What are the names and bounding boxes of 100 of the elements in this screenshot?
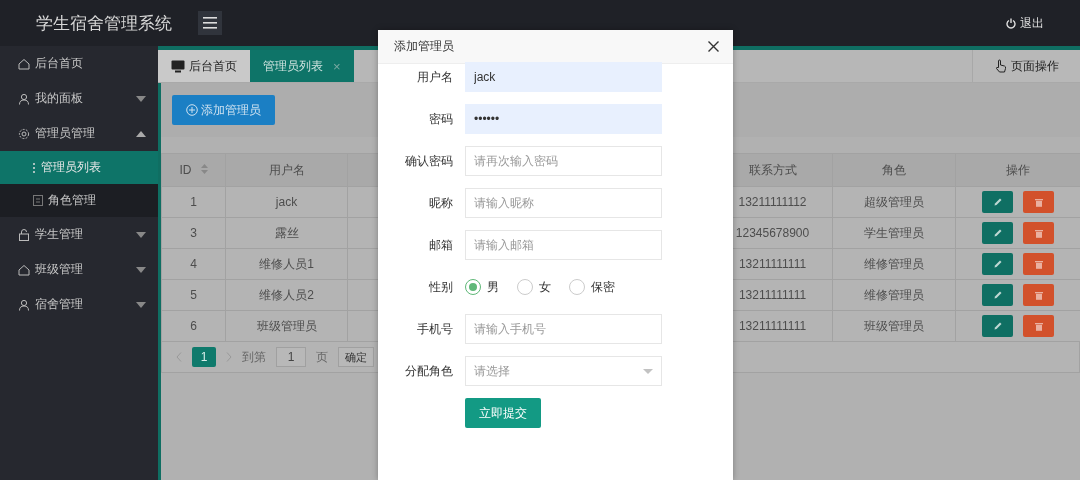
tab[interactable]: 后台首页: [158, 50, 250, 82]
input-field[interactable]: 请输入昵称: [465, 188, 662, 218]
table-cell: 维修管理员: [864, 287, 924, 302]
table-cell: 6: [190, 319, 197, 333]
radio-label[interactable]: 保密: [591, 278, 615, 296]
menu-button[interactable]: [198, 11, 222, 35]
radio-label[interactable]: 女: [539, 278, 551, 296]
table-cell: 3: [190, 226, 197, 240]
table-cell: 维修人员1: [259, 256, 314, 271]
trash-icon: [1034, 321, 1043, 331]
sidebar-subitem[interactable]: 角色管理: [0, 184, 158, 217]
pencil-icon: [993, 260, 1002, 268]
table-cell: 1: [190, 195, 197, 209]
chevron-right-icon: [226, 352, 232, 362]
delete-button[interactable]: [1023, 222, 1054, 244]
field-label: 用户名: [416, 68, 454, 86]
delete-button[interactable]: [1023, 315, 1054, 337]
chevron-left-icon: [176, 352, 182, 362]
trash-icon: [1034, 259, 1043, 269]
field-label: 昵称: [428, 194, 454, 212]
table-cell: 露丝: [274, 225, 299, 240]
dots-icon: [32, 161, 36, 174]
sidebar-item[interactable]: 宿舍管理: [0, 287, 158, 322]
table-cell: 12345678900: [735, 226, 810, 240]
trash-icon: [1034, 197, 1043, 207]
table-cell: 维修人员2: [259, 287, 314, 302]
sort-icon: [200, 164, 208, 174]
page-number-button[interactable]: 1: [192, 347, 216, 367]
table-cell: 5: [190, 288, 197, 302]
radio-label[interactable]: 男: [487, 278, 499, 296]
input-field[interactable]: jack: [465, 62, 662, 92]
house-icon: [18, 263, 30, 276]
table-cell: 13211111111: [738, 288, 807, 302]
input-field[interactable]: 请输入手机号: [465, 314, 662, 344]
menu-icon: [203, 17, 217, 29]
input-field[interactable]: 请再次输入密码: [465, 146, 662, 176]
column-header: 角色: [882, 162, 906, 177]
sidebar-item[interactable]: 班级管理: [0, 252, 158, 287]
house-icon: [18, 57, 30, 70]
table-cell: 13211111112: [738, 195, 807, 209]
edit-button[interactable]: [982, 253, 1013, 275]
edit-button[interactable]: [982, 222, 1013, 244]
column-header: 用户名: [268, 162, 305, 177]
gear-icon: [18, 127, 30, 140]
sidebar-item[interactable]: 我的面板: [0, 81, 158, 116]
pencil-icon: [993, 198, 1002, 206]
table-cell: jack: [275, 195, 298, 209]
field-label: 密码: [428, 110, 454, 128]
pencil-icon: [993, 291, 1002, 299]
sidebar-subitem[interactable]: 管理员列表: [0, 151, 158, 184]
edit-button[interactable]: [982, 191, 1013, 213]
delete-button[interactable]: [1023, 191, 1054, 213]
input-field[interactable]: 请输入邮箱: [465, 230, 662, 260]
close-icon: [708, 41, 719, 52]
field-label: 性别: [428, 278, 454, 296]
input-field[interactable]: ••••••: [465, 104, 662, 134]
power-icon: [1006, 17, 1016, 29]
submit-button[interactable]: 立即提交: [465, 398, 541, 428]
goto-label: 到第: [242, 348, 266, 366]
page-unit-label: 页: [316, 348, 328, 366]
close-button[interactable]: [708, 41, 719, 52]
person-icon: [18, 92, 30, 105]
table-cell: 13211111111: [738, 257, 807, 271]
trash-icon: [1034, 290, 1043, 300]
document-icon: [33, 195, 43, 206]
table-cell: 维修管理员: [864, 256, 924, 271]
logout-button[interactable]: 退出: [1006, 14, 1044, 32]
field-label: 邮箱: [428, 236, 454, 254]
field-label: 确认密码: [404, 152, 454, 170]
caret-down-icon: [643, 368, 653, 374]
table-cell: 4: [190, 257, 197, 271]
column-header: 联系方式: [748, 162, 797, 177]
table-cell: 班级管理员: [864, 318, 924, 333]
table-cell: 13211111111: [738, 319, 807, 333]
page-input[interactable]: 1: [276, 347, 306, 367]
column-header[interactable]: ID: [179, 163, 192, 177]
sidebar-item[interactable]: 管理员管理: [0, 116, 158, 151]
table-cell: 学生管理员: [864, 225, 924, 240]
delete-button[interactable]: [1023, 253, 1054, 275]
pencil-icon: [993, 229, 1002, 237]
delete-button[interactable]: [1023, 284, 1054, 306]
hand-pointer-icon: [994, 59, 1007, 73]
field-label: 手机号: [416, 320, 454, 338]
sidebar-item[interactable]: 后台首页: [0, 46, 158, 81]
column-header: 操作: [1006, 162, 1030, 177]
edit-button[interactable]: [982, 284, 1013, 306]
tab[interactable]: 管理员列表 ×: [250, 50, 354, 82]
pencil-icon: [993, 322, 1002, 330]
field-label: 分配角色: [404, 362, 454, 380]
lock-icon: [18, 228, 30, 241]
confirm-button[interactable]: 确定: [338, 347, 374, 367]
dialog-title: 添加管理员: [394, 38, 454, 55]
person-icon: [18, 298, 30, 311]
sidebar-item[interactable]: 学生管理: [0, 217, 158, 252]
edit-button[interactable]: [982, 315, 1013, 337]
app-title: 学生宿舍管理系统: [36, 12, 173, 35]
trash-icon: [1034, 228, 1043, 238]
plus-circle-icon: [186, 104, 198, 116]
table-cell: 超级管理员: [864, 194, 924, 209]
monitor-icon: [171, 59, 185, 73]
